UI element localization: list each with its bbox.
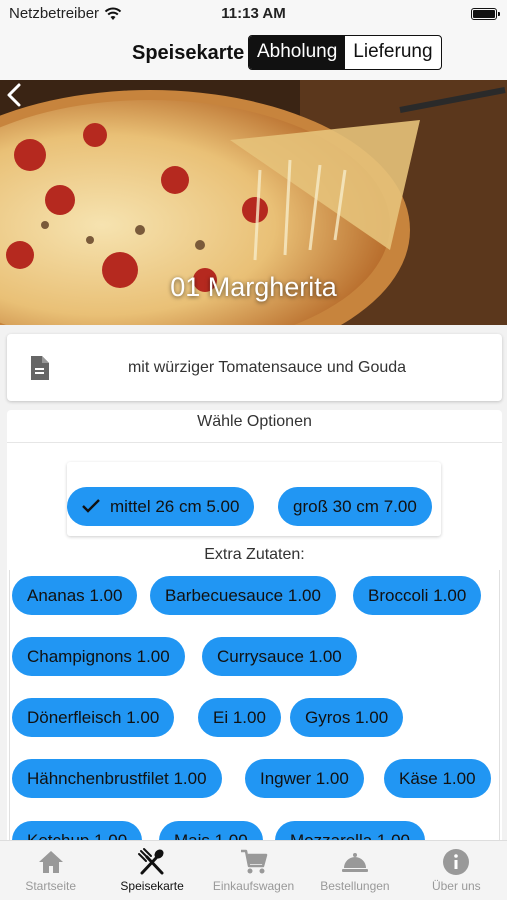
- extras-list: Ananas 1.00 Barbecuesauce 1.00 Broccoli …: [7, 410, 502, 850]
- extra-chip[interactable]: Currysauce 1.00: [202, 637, 357, 676]
- extra-chip[interactable]: Gyros 1.00: [290, 698, 404, 737]
- tab-label: Über uns: [431, 879, 481, 893]
- delivery-mode-segmented-control: Abholung Lieferung: [248, 35, 442, 70]
- description-card: mit würziger Tomatensauce und Gouda: [7, 334, 502, 401]
- back-icon[interactable]: [0, 80, 30, 110]
- cutlery-icon: [138, 848, 164, 875]
- tab-about[interactable]: Über uns: [406, 841, 507, 900]
- page-title: Speisekarte: [132, 42, 245, 64]
- tab-orders[interactable]: Bestellungen: [304, 841, 405, 900]
- extra-chip[interactable]: Barbecuesauce 1.00: [150, 576, 336, 615]
- battery-icon: [471, 8, 500, 20]
- segment-delivery[interactable]: Lieferung: [345, 36, 440, 69]
- segment-pickup[interactable]: Abholung: [249, 36, 346, 69]
- extra-chip[interactable]: Ei 1.00: [198, 698, 281, 737]
- extra-chip[interactable]: Hähnchenbrustfilet 1.00: [12, 759, 222, 798]
- product-title: 01 Margherita: [170, 272, 337, 302]
- clock: 11:13 AM: [221, 5, 286, 22]
- description-text: mit würziger Tomatensauce und Gouda: [127, 359, 407, 376]
- tab-cart[interactable]: Einkaufswagen: [203, 841, 304, 900]
- home-icon: [38, 851, 63, 873]
- hero-image: 01 Margherita: [0, 80, 507, 325]
- tab-label: Speisekarte: [120, 879, 184, 893]
- info-icon: [443, 849, 470, 875]
- options-card: Wähle Optionen mittel 26 cm 5.00 groß 30…: [7, 410, 502, 850]
- extra-chip[interactable]: Champignons 1.00: [12, 637, 185, 676]
- tab-label: Startseite: [25, 879, 77, 893]
- cloche-icon: [341, 853, 368, 872]
- nav-bar: Speisekarte Abholung Lieferung: [0, 28, 507, 80]
- extra-chip[interactable]: Käse 1.00: [384, 759, 491, 798]
- cart-icon: [240, 849, 267, 874]
- extra-chip[interactable]: Broccoli 1.00: [353, 576, 482, 615]
- tab-bar: Startseite Speisekarte Einkaufswagen Bes…: [0, 840, 507, 900]
- status-bar: Netzbetreiber 11:13 AM: [0, 0, 507, 28]
- extra-chip[interactable]: Ingwer 1.00: [245, 759, 364, 798]
- tab-menu[interactable]: Speisekarte: [101, 841, 202, 900]
- extra-chip[interactable]: Dönerfleisch 1.00: [12, 698, 175, 737]
- tab-home[interactable]: Startseite: [0, 841, 101, 900]
- tab-label: Bestellungen: [320, 879, 390, 893]
- extra-chip[interactable]: Ananas 1.00: [12, 576, 138, 615]
- tab-label: Einkaufswagen: [212, 879, 295, 893]
